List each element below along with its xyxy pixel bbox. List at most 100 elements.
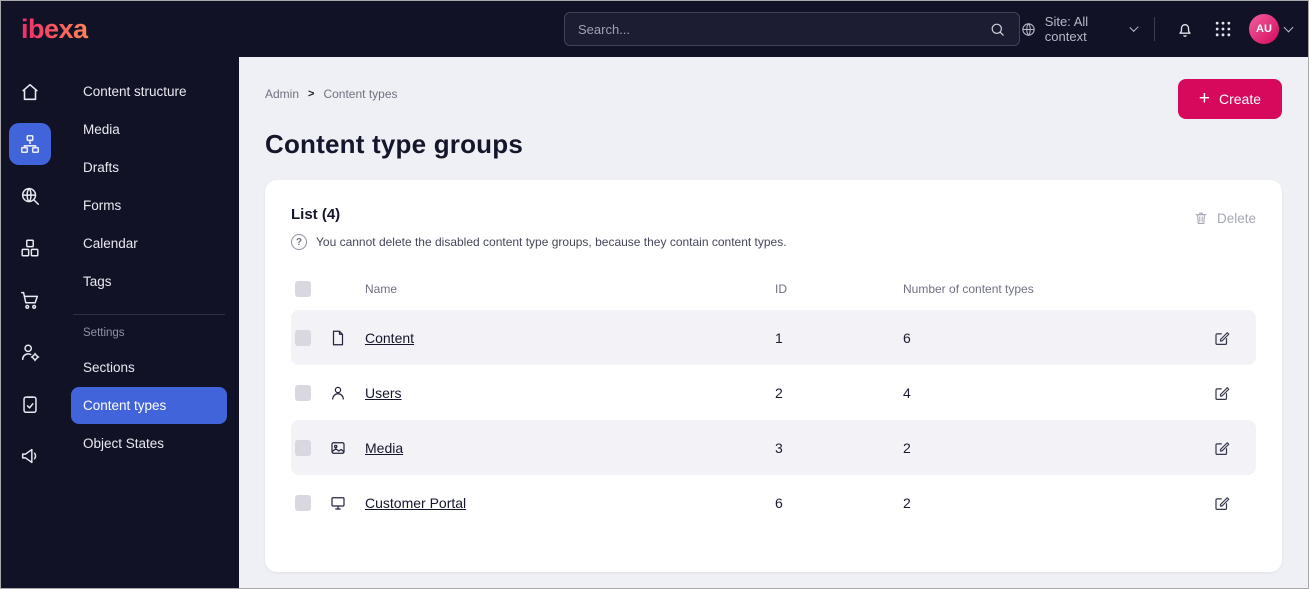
sidebar-item-object-states[interactable]: Object States bbox=[71, 425, 227, 462]
content-type-group-link[interactable]: Users bbox=[365, 385, 775, 401]
breadcrumb: Admin > Content types bbox=[265, 87, 398, 101]
table-row: Customer Portal 6 2 bbox=[291, 475, 1256, 530]
sitemap-icon bbox=[19, 133, 41, 155]
site-context-label: Site: All context bbox=[1044, 14, 1089, 44]
breadcrumb-admin[interactable]: Admin bbox=[265, 87, 299, 101]
edit-button[interactable] bbox=[1208, 434, 1236, 462]
user-menu[interactable]: AU bbox=[1248, 14, 1294, 44]
content-type-groups-table: Name ID Number of content types Content 1… bbox=[291, 268, 1256, 530]
breadcrumb-separator: > bbox=[308, 88, 315, 100]
edit-button[interactable] bbox=[1208, 379, 1236, 407]
table-row: Media 3 2 bbox=[291, 420, 1256, 475]
row-checkbox[interactable] bbox=[295, 329, 311, 346]
trash-icon bbox=[1193, 210, 1209, 226]
chevron-down-icon bbox=[1283, 22, 1294, 32]
sidebar-menu: Content structure Media Drafts Forms Calenda… bbox=[71, 73, 227, 300]
sidebar-item-content-structure[interactable]: Content structure bbox=[71, 73, 227, 110]
hint: ? You cannot delete the disabled content… bbox=[291, 234, 787, 250]
rail-users-button[interactable] bbox=[9, 331, 51, 373]
row-checkbox[interactable] bbox=[295, 439, 311, 456]
globe-search-icon bbox=[19, 185, 41, 207]
content-type-group-link[interactable]: Media bbox=[365, 440, 775, 456]
plus-icon: + bbox=[1198, 87, 1210, 109]
sidebar-item-calendar[interactable]: Calendar bbox=[71, 225, 227, 262]
bell-icon bbox=[1175, 19, 1195, 39]
table-body: Content 1 6 Users 2 4 Media 3 2 Customer Portal 6 2 bbox=[291, 310, 1256, 530]
sidebar-item-content-types[interactable]: Content types bbox=[71, 387, 227, 424]
row-count: 6 bbox=[903, 329, 911, 346]
rail-products-button[interactable] bbox=[9, 227, 51, 269]
sidebar-settings-menu: Sections Content types Object States bbox=[71, 349, 227, 462]
chevron-down-icon bbox=[1129, 22, 1139, 32]
topbar-controls: Site: All context AU bbox=[1020, 14, 1294, 44]
ibexa-logo[interactable]: ibexa bbox=[1, 13, 239, 45]
top-bar: ibexa Search... Site: All context AU bbox=[1, 1, 1308, 57]
avatar[interactable]: AU bbox=[1248, 14, 1279, 44]
home-icon bbox=[19, 81, 41, 103]
delete-button-label: Delete bbox=[1216, 210, 1256, 226]
rail-dashboard-button[interactable] bbox=[9, 71, 51, 113]
edit-button[interactable] bbox=[1208, 324, 1236, 352]
sidebar-section-label: Settings bbox=[83, 327, 125, 339]
page-title: Content type groups bbox=[265, 129, 524, 159]
site-context-selector[interactable]: Site: All context bbox=[1020, 14, 1139, 44]
search-input[interactable]: Search... bbox=[564, 12, 1020, 46]
clipboard-check-icon bbox=[19, 393, 41, 415]
row-count: 2 bbox=[903, 439, 911, 456]
content-type-groups-card: List (4) ? You cannot delete the disable… bbox=[265, 180, 1282, 572]
megaphone-icon bbox=[19, 445, 41, 467]
sidebar-item-sections[interactable]: Sections bbox=[71, 349, 227, 386]
row-count: 2 bbox=[903, 494, 911, 511]
image-icon bbox=[329, 439, 365, 457]
user-icon bbox=[329, 384, 365, 402]
sidebar-item-media[interactable]: Media bbox=[71, 111, 227, 148]
table-header-row: Name ID Number of content types bbox=[291, 268, 1256, 310]
row-count: 4 bbox=[903, 384, 911, 401]
create-button[interactable]: + Create bbox=[1177, 79, 1282, 119]
blocks-icon bbox=[19, 237, 41, 259]
rail-marketing-button[interactable] bbox=[9, 435, 51, 477]
create-button-label: Create bbox=[1218, 91, 1261, 107]
row-id: 2 bbox=[775, 384, 783, 401]
row-id: 6 bbox=[775, 494, 783, 511]
monitor-icon bbox=[329, 494, 365, 512]
content-type-group-link[interactable]: Customer Portal bbox=[365, 495, 775, 511]
apps-grid-button[interactable] bbox=[1211, 15, 1236, 43]
sidebar-item-drafts[interactable]: Drafts bbox=[71, 149, 227, 186]
content-type-group-link[interactable]: Content bbox=[365, 330, 775, 346]
sidebar-item-forms[interactable]: Forms bbox=[71, 187, 227, 224]
sidebar-item-tags[interactable]: Tags bbox=[71, 263, 227, 300]
search-placeholder: Search... bbox=[578, 21, 631, 37]
apps-grid-icon bbox=[1213, 19, 1233, 39]
notifications-button[interactable] bbox=[1172, 15, 1197, 43]
select-all-checkbox[interactable] bbox=[295, 281, 311, 297]
list-title: List (4) bbox=[291, 206, 341, 223]
table-row: Content 1 6 bbox=[291, 310, 1256, 365]
main-content: Admin > Content types + Create Content t… bbox=[239, 57, 1308, 588]
help-icon: ? bbox=[291, 234, 307, 250]
hint-text: You cannot delete the disabled content t… bbox=[316, 235, 787, 249]
icon-rail bbox=[1, 57, 59, 588]
edit-button[interactable] bbox=[1208, 489, 1236, 517]
rail-content-button[interactable] bbox=[9, 123, 51, 165]
column-header-id: ID bbox=[775, 282, 787, 296]
user-gear-icon bbox=[19, 341, 41, 363]
row-id: 3 bbox=[775, 439, 783, 456]
rail-site-button[interactable] bbox=[9, 175, 51, 217]
row-id: 1 bbox=[775, 329, 783, 346]
delete-button[interactable]: Delete bbox=[1193, 210, 1256, 226]
globe-icon bbox=[1020, 21, 1037, 38]
table-row: Users 2 4 bbox=[291, 365, 1256, 420]
rail-admin-button[interactable] bbox=[9, 383, 51, 425]
divider bbox=[73, 314, 225, 315]
cart-icon bbox=[19, 289, 41, 311]
column-header-count: Number of content types bbox=[903, 282, 1034, 296]
file-icon bbox=[329, 329, 365, 347]
ibexa-logo-image: ibexa bbox=[21, 14, 90, 44]
svg-text:ibexa: ibexa bbox=[21, 14, 89, 44]
column-header-name: Name bbox=[365, 282, 398, 296]
sidebar: Content structure Media Drafts Forms Calenda… bbox=[59, 57, 239, 588]
row-checkbox[interactable] bbox=[295, 384, 311, 401]
rail-commerce-button[interactable] bbox=[9, 279, 51, 321]
row-checkbox[interactable] bbox=[295, 494, 311, 511]
